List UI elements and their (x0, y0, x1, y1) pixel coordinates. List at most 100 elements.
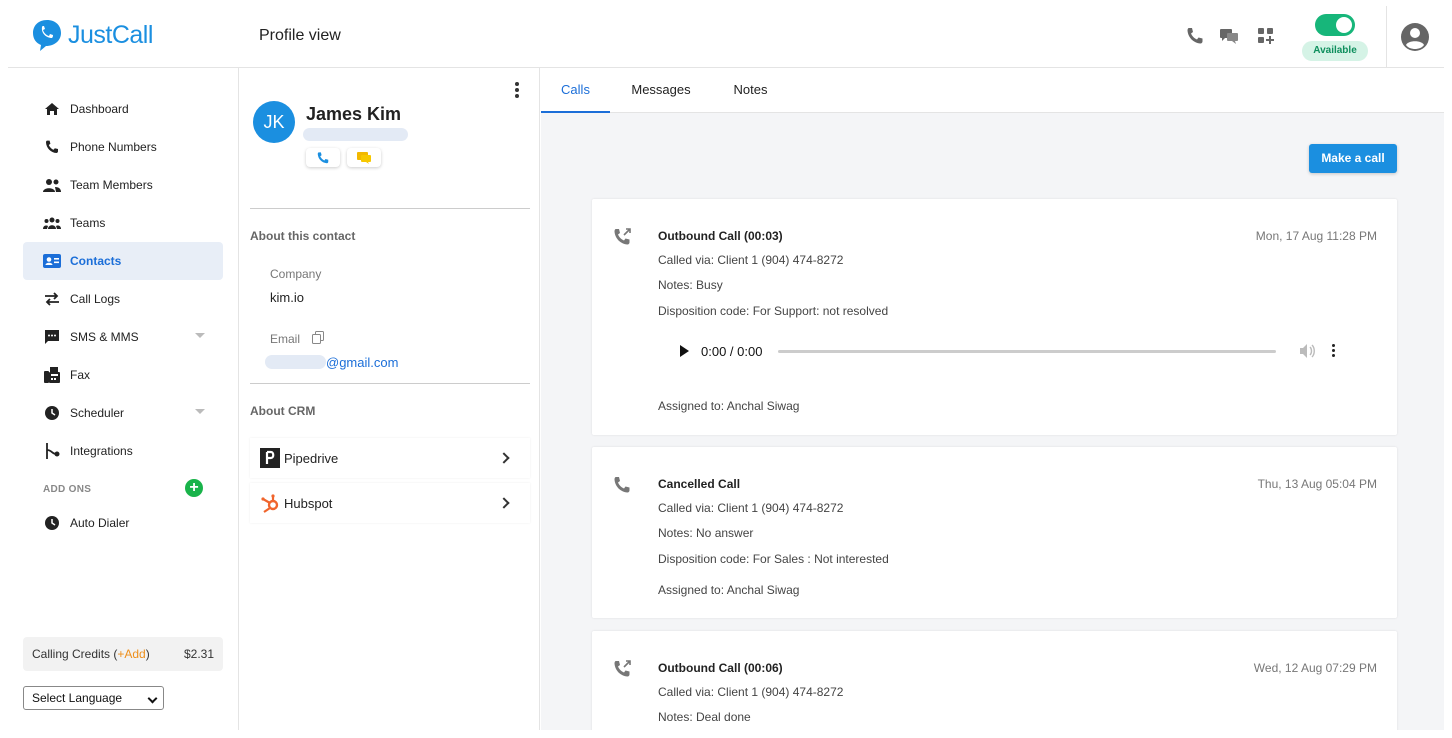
more-options-icon[interactable] (515, 82, 519, 98)
volume-icon[interactable] (1298, 342, 1316, 360)
sidebar-item-auto-dialer[interactable]: Auto Dialer (23, 504, 223, 542)
chat-icon (43, 328, 61, 346)
crm-row-pipedrive[interactable]: Pipedrive (250, 438, 530, 478)
page-title: Profile view (259, 27, 341, 44)
sidebar-item-dashboard[interactable]: Dashboard (23, 90, 223, 128)
call-assigned: Assigned to: Anchal Siwag (658, 583, 800, 597)
people-icon (43, 176, 61, 194)
sidebar-item-phone-numbers[interactable]: Phone Numbers (23, 128, 223, 166)
sidebar-item-integrations[interactable]: Integrations (23, 432, 223, 470)
call-notes: Notes: Deal done (658, 710, 751, 724)
call-title: Outbound Call (00:03) (658, 229, 783, 243)
message-contact-button[interactable] (347, 148, 381, 167)
copy-icon[interactable] (312, 331, 324, 344)
chevron-right-icon (498, 452, 510, 464)
sidebar-item-contacts[interactable]: Contacts (23, 242, 223, 280)
audio-progress-bar[interactable] (778, 349, 1277, 353)
divider (250, 208, 530, 209)
chat-bubbles-icon[interactable] (1219, 26, 1239, 46)
add-addon-plus-icon[interactable]: + (185, 479, 203, 497)
make-call-button[interactable]: Make a call (1309, 144, 1397, 173)
sidebar-item-label: SMS & MMS (70, 330, 139, 344)
sidebar-item-label: Scheduler (70, 406, 125, 420)
language-select-value: Select Language (32, 691, 123, 705)
credits-amount: $2.31 (183, 647, 214, 661)
audio-player: 0:00 / 0:00 (658, 339, 1368, 363)
contact-name: James Kim (306, 104, 402, 124)
pipedrive-logo-icon (260, 448, 280, 468)
about-contact-heading: About this contact (250, 229, 356, 243)
avatar: JK (253, 101, 295, 143)
home-icon (43, 100, 61, 118)
call-title: Cancelled Call (658, 477, 741, 491)
sidebar-item-label: Fax (70, 368, 91, 382)
phone-icon[interactable] (1185, 26, 1205, 46)
logo-text: JustCall (68, 20, 153, 49)
sidebar-item-label: Team Members (70, 178, 153, 192)
sidebar-item-label: Auto Dialer (70, 516, 130, 530)
sidebar-item-scheduler[interactable]: Scheduler (23, 394, 223, 432)
sidebar-item-teams[interactable]: Teams (23, 204, 223, 242)
group-icon (43, 214, 61, 232)
language-select[interactable]: Select Language (23, 686, 164, 710)
tab-messages[interactable]: Messages (621, 68, 701, 113)
sidebar-item-call-logs[interactable]: Call Logs (23, 280, 223, 318)
app-root: JustCall Profile view Available Dashboar… (0, 0, 1452, 738)
redacted-phone (303, 128, 408, 141)
chevron-down-icon[interactable] (195, 333, 205, 338)
crm-item-label: Hubspot (284, 495, 333, 511)
divider (250, 383, 530, 384)
contact-card-icon (43, 252, 61, 270)
call-disposition: Disposition code: For Sales : Not intere… (658, 552, 889, 566)
call-card: Outbound Call (00:06) Wed, 12 Aug 07:29 … (592, 631, 1397, 730)
justcall-logo[interactable]: JustCall (32, 18, 153, 52)
hubspot-logo-icon (260, 493, 280, 513)
status-badge: Available (1302, 41, 1368, 61)
crm-row-hubspot[interactable]: Hubspot (250, 483, 530, 523)
call-via: Called via: Client 1 (904) 474-8272 (658, 501, 844, 515)
email-value[interactable]: @gmail.com (326, 355, 398, 370)
availability-toggle[interactable]: Available (1302, 12, 1368, 62)
call-disposition: Disposition code: For Support: not resol… (658, 304, 889, 318)
add-credits-link[interactable]: +Add (117, 647, 145, 661)
company-label: Company (270, 267, 322, 281)
credits-label-close: ) (145, 647, 150, 661)
tab-notes[interactable]: Notes (721, 68, 780, 113)
chevron-down-icon (147, 693, 158, 704)
sidebar-item-team-members[interactable]: Team Members (23, 166, 223, 204)
sidebar: Dashboard Phone Numbers Team Members Tea… (8, 68, 239, 730)
chevron-down-icon[interactable] (195, 409, 205, 414)
call-notes: Notes: No answer (658, 526, 754, 540)
call-date: Wed, 12 Aug 07:29 PM (1253, 661, 1377, 675)
credits-label: Calling Credits ( (32, 647, 118, 661)
sidebar-item-label: Teams (70, 216, 106, 230)
call-contact-button[interactable] (306, 148, 340, 167)
apps-grid-icon[interactable] (1256, 26, 1276, 46)
crm-item-label: Pipedrive (284, 450, 339, 466)
addons-heading: ADD ONS (43, 484, 92, 495)
outbound-call-icon (612, 659, 632, 679)
header-divider (1386, 6, 1387, 68)
sidebar-item-sms-mms[interactable]: SMS & MMS (23, 318, 223, 356)
sidebar-item-label: Phone Numbers (70, 140, 157, 154)
phone-icon (317, 151, 329, 163)
toggle-switch[interactable] (1315, 14, 1355, 36)
clock-icon (43, 514, 61, 532)
call-via: Called via: Client 1 (904) 474-8272 (658, 253, 844, 267)
user-avatar-icon[interactable] (1400, 22, 1430, 52)
sidebar-item-label: Call Logs (70, 292, 121, 306)
logo-icon (32, 18, 62, 52)
email-label: Email (270, 332, 301, 346)
top-header: JustCall Profile view Available (8, 0, 1444, 68)
call-via: Called via: Client 1 (904) 474-8272 (658, 685, 844, 699)
call-card: Outbound Call (00:03) Mon, 17 Aug 11:28 … (592, 199, 1397, 435)
tab-calls[interactable]: Calls (541, 68, 610, 113)
call-date: Mon, 17 Aug 11:28 PM (1255, 229, 1377, 243)
sidebar-item-fax[interactable]: Fax (23, 356, 223, 394)
redacted-email (265, 355, 326, 369)
contact-panel: JK James Kim About this contact Company … (240, 68, 540, 730)
calling-credits: Calling Credits ( +Add ) $2.31 (23, 637, 223, 671)
call-date: Thu, 13 Aug 05:04 PM (1257, 477, 1377, 491)
play-icon[interactable] (680, 345, 689, 357)
audio-more-icon[interactable] (1332, 343, 1336, 359)
